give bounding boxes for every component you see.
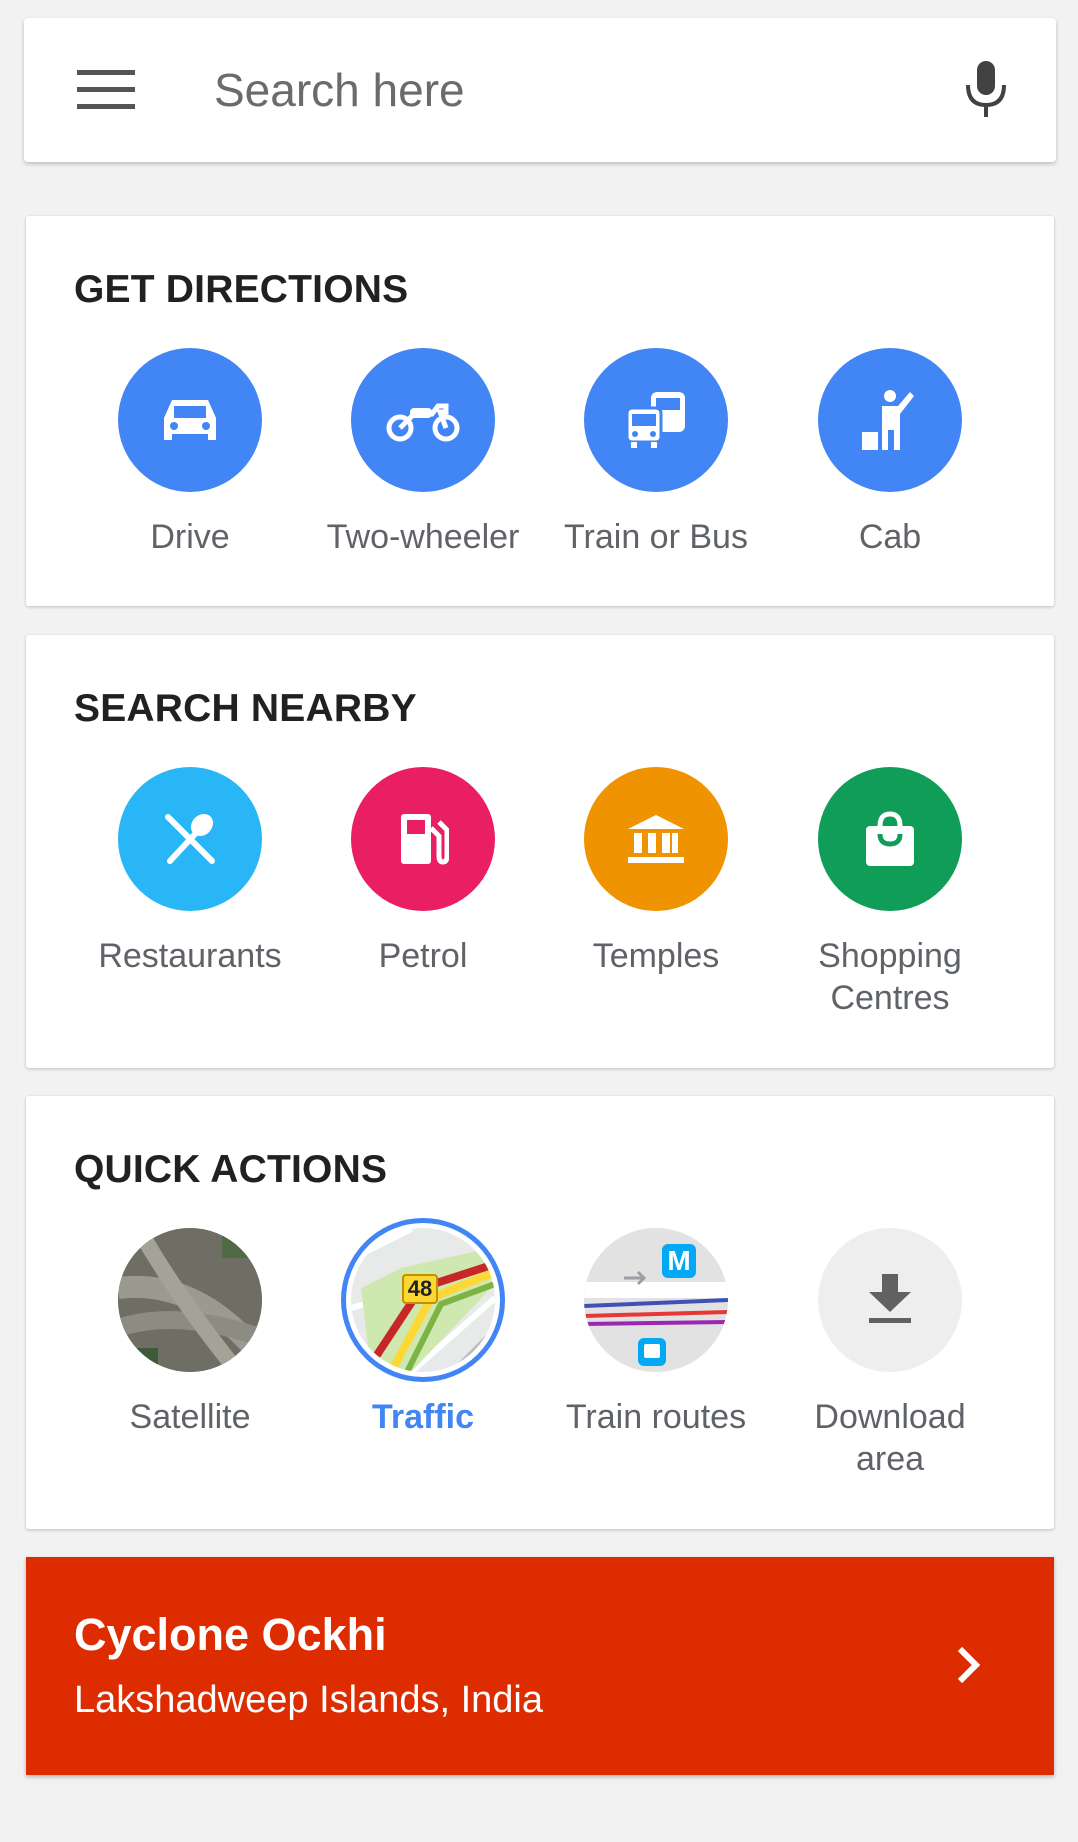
car-icon xyxy=(118,348,262,492)
satellite-label: Satellite xyxy=(129,1398,251,1436)
nearby-petrol[interactable]: Petrol xyxy=(307,767,539,977)
restaurants-label: Restaurants xyxy=(98,937,282,975)
hail-cab-icon xyxy=(818,348,962,492)
two-wheeler-label: Two-wheeler xyxy=(326,518,520,556)
traffic-thumbnail: 48 xyxy=(341,1218,505,1382)
microphone-icon[interactable] xyxy=(956,60,1016,120)
cab-label: Cab xyxy=(858,518,922,556)
traffic-badge: 48 xyxy=(401,1274,439,1304)
get-directions-card: GET DIRECTIONS Drive Two-wheeler Train o… xyxy=(26,216,1054,606)
search-bar xyxy=(24,18,1056,162)
search-nearby-card: SEARCH NEARBY Restaurants Petrol Temples… xyxy=(26,635,1054,1068)
download-icon xyxy=(818,1228,962,1372)
shopping-centres-label: Shopping Centres xyxy=(818,937,962,1017)
direction-two-wheeler[interactable]: Two-wheeler xyxy=(307,348,539,558)
cyclone-alert-banner[interactable]: Cyclone Ockhi Lakshadweep Islands, India xyxy=(26,1557,1054,1775)
petrol-label: Petrol xyxy=(378,937,468,975)
quick-train-routes[interactable]: M Train routes xyxy=(540,1228,772,1438)
get-directions-title: GET DIRECTIONS xyxy=(74,268,409,311)
temple-icon xyxy=(584,767,728,911)
train-routes-thumbnail: M xyxy=(584,1228,728,1372)
temples-label: Temples xyxy=(592,937,720,975)
alert-subtitle: Lakshadweep Islands, India xyxy=(74,1679,543,1721)
train-routes-label: Train routes xyxy=(565,1398,747,1436)
direction-train-bus[interactable]: Train or Bus xyxy=(540,348,772,558)
quick-satellite[interactable]: Satellite xyxy=(74,1228,306,1438)
nearby-temples[interactable]: Temples xyxy=(540,767,772,977)
chevron-right-icon xyxy=(942,1639,994,1691)
shopping-bag-icon xyxy=(818,767,962,911)
download-area-label: Download area xyxy=(814,1398,966,1478)
quick-traffic[interactable]: 48 Traffic xyxy=(307,1218,539,1438)
transit-icon xyxy=(584,348,728,492)
motorbike-icon xyxy=(351,348,495,492)
restaurant-icon xyxy=(118,767,262,911)
satellite-thumbnail xyxy=(118,1228,262,1372)
traffic-label: Traffic xyxy=(371,1398,475,1436)
metro-badge: M xyxy=(662,1244,696,1278)
nearby-restaurants[interactable]: Restaurants xyxy=(74,767,306,977)
hamburger-menu-icon[interactable] xyxy=(76,60,136,120)
quick-actions-title: QUICK ACTIONS xyxy=(74,1148,388,1191)
nearby-shopping-centres[interactable]: Shopping Centres xyxy=(774,767,1006,1019)
direction-cab[interactable]: Cab xyxy=(774,348,1006,558)
train-bus-label: Train or Bus xyxy=(564,518,748,556)
search-input[interactable] xyxy=(214,63,914,117)
direction-drive[interactable]: Drive xyxy=(74,348,306,558)
alert-title: Cyclone Ockhi xyxy=(74,1609,387,1660)
search-nearby-title: SEARCH NEARBY xyxy=(74,687,417,730)
drive-label: Drive xyxy=(150,518,230,556)
quick-actions-card: QUICK ACTIONS Satellite 48 Traffic M Tra… xyxy=(26,1096,1054,1529)
quick-download-area[interactable]: Download area xyxy=(774,1228,1006,1480)
fuel-pump-icon xyxy=(351,767,495,911)
